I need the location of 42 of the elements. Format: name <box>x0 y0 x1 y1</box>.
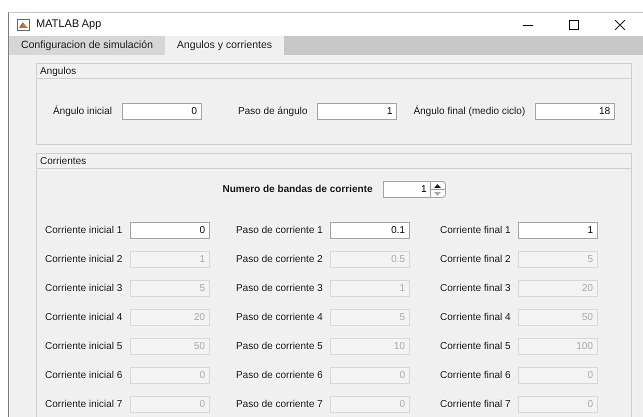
number-field[interactable]: 1 <box>317 103 398 120</box>
field-label: Corriente final 7 <box>440 398 512 412</box>
field-label: Corriente inicial 1 <box>45 224 124 238</box>
field-label: Paso de corriente 5 <box>236 340 324 354</box>
field-label: Corriente final 6 <box>440 369 512 383</box>
field-label: Corriente inicial 3 <box>45 282 124 296</box>
tab[interactable]: Angulos y corrientes <box>164 36 284 55</box>
app-icon <box>17 18 30 30</box>
field-label: Corriente inicial 6 <box>45 369 124 383</box>
panel-title: Corrientes <box>37 154 631 169</box>
field-label: Paso de corriente 1 <box>236 224 324 238</box>
field-label: Corriente final 3 <box>440 282 512 296</box>
number-field[interactable]: 0 <box>122 103 202 120</box>
field-label: Numero de bandas de corriente <box>222 183 373 197</box>
field-label: Corriente final 5 <box>440 340 512 354</box>
field-label: Corriente inicial 7 <box>45 398 124 412</box>
field-label: Corriente final 2 <box>440 253 512 267</box>
tab[interactable]: Configuracion de simulación <box>9 36 165 55</box>
field-label: Ángulo final (medio ciclo) <box>413 104 526 119</box>
field-label: Paso de corriente 2 <box>236 253 324 267</box>
field-label: Paso de corriente 4 <box>236 311 324 325</box>
field-label: Corriente inicial 4 <box>45 311 124 325</box>
panel-title: Angulos <box>37 64 631 79</box>
number-field[interactable]: 0 <box>130 222 210 239</box>
field-label: Corriente inicial 2 <box>45 253 124 267</box>
window-title: MATLAB App <box>36 17 102 32</box>
caret-down-icon <box>434 192 442 196</box>
field-label: Corriente final 1 <box>440 224 512 238</box>
field-label: Paso de corriente 3 <box>236 282 324 296</box>
increment-button[interactable] <box>430 181 446 189</box>
maximize-icon <box>569 20 579 30</box>
field-label: Paso de corriente 6 <box>236 369 324 383</box>
field-label: Paso de ángulo <box>238 105 308 119</box>
number-field[interactable]: 1 <box>518 222 598 239</box>
field-label: Corriente inicial 5 <box>45 340 124 354</box>
number-field[interactable]: 0.1 <box>330 222 410 239</box>
close-icon <box>615 20 625 30</box>
field-label: Ángulo inicial <box>53 104 112 119</box>
number-field[interactable]: 18 <box>535 103 616 120</box>
number-field[interactable]: 1 <box>382 181 430 198</box>
field-label: Corriente final 4 <box>440 311 512 325</box>
field-label: Paso de corriente 7 <box>236 398 324 412</box>
